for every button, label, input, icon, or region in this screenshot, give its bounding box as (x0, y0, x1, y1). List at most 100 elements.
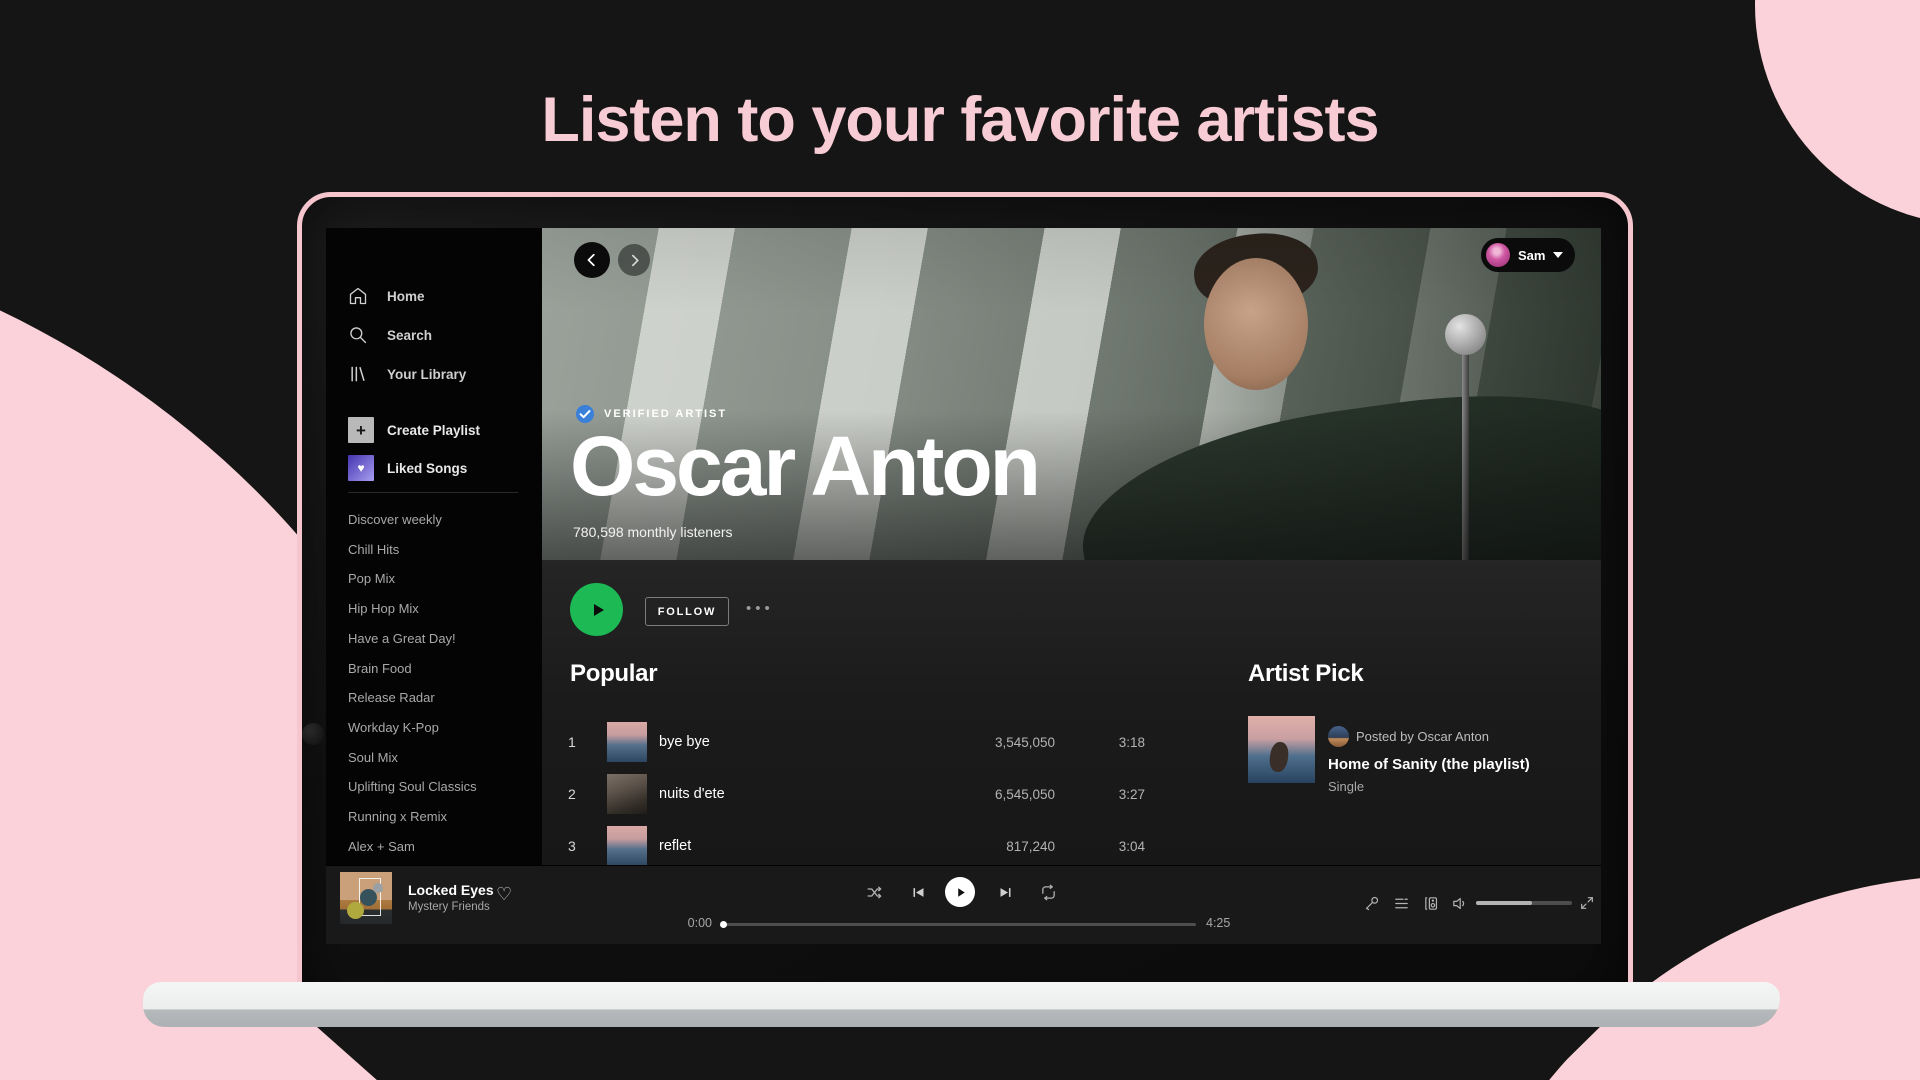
progress-bar[interactable] (722, 923, 1196, 926)
playlist-item[interactable]: Pop Mix (348, 564, 477, 594)
elapsed-time: 0:00 (682, 916, 712, 930)
track-title: bye bye (659, 734, 935, 750)
follow-button[interactable]: FOLLOW (645, 597, 729, 626)
track-index: 3 (560, 838, 590, 854)
popular-heading: Popular (570, 660, 657, 688)
play-icon (587, 600, 607, 620)
user-name: Sam (1518, 248, 1545, 263)
liked-songs-button[interactable]: ♥ Liked Songs (348, 454, 467, 482)
library-icon (348, 364, 368, 384)
track-row[interactable]: 3 reflet 817,240 3:04 (560, 820, 1145, 872)
playlist-item[interactable]: Release Radar (348, 683, 477, 713)
app-window: Home Search Your Library + Create P (326, 228, 1601, 944)
artist-name: Oscar Anton (570, 422, 1038, 510)
create-playlist-label: Create Playlist (387, 423, 480, 438)
sidebar-item-search[interactable]: Search (348, 321, 432, 349)
search-icon (348, 325, 368, 345)
sidebar-item-label: Search (387, 328, 432, 343)
like-track-icon[interactable]: ♡ (496, 884, 512, 905)
shuffle-icon[interactable] (865, 883, 883, 901)
playlist-item[interactable]: Alex + Sam (348, 832, 477, 862)
playlist-item[interactable]: Hip Hop Mix (348, 594, 477, 624)
sidebar-item-label: Home (387, 289, 425, 304)
now-playing-meta: Locked Eyes Mystery Friends (408, 882, 494, 913)
chevron-down-icon (1553, 252, 1563, 258)
now-playing-title: Locked Eyes (408, 882, 494, 898)
plus-icon: + (348, 417, 374, 443)
sidebar-item-home[interactable]: Home (348, 282, 425, 310)
bezel-dot (302, 723, 324, 745)
page-title: Listen to your favorite artists (0, 84, 1920, 156)
progress-handle[interactable] (720, 921, 727, 928)
track-title: nuits d'ete (659, 786, 935, 802)
lyrics-mic-icon[interactable] (1362, 894, 1380, 912)
track-index: 2 (560, 786, 590, 802)
playlist-item[interactable]: Have a Great Day! (348, 624, 477, 654)
volume-fill (1476, 901, 1532, 905)
artist-header: Sam VERIFIED ARTIST Oscar Anton 780,598 … (542, 228, 1601, 560)
track-duration: 3:18 (1055, 735, 1145, 750)
sidebar-item-library[interactable]: Your Library (348, 360, 466, 388)
liked-songs-label: Liked Songs (387, 461, 467, 476)
artist-content: FOLLOW ••• Popular 1 bye bye 3,545,050 3… (542, 560, 1601, 866)
previous-track-icon[interactable] (909, 883, 927, 901)
volume-slider[interactable] (1476, 901, 1572, 905)
play-pause-button[interactable] (945, 877, 975, 907)
artist-pick-subtitle: Single (1328, 779, 1364, 794)
track-plays: 3,545,050 (935, 735, 1055, 750)
track-row[interactable]: 2 nuits d'ete 6,545,050 3:27 (560, 768, 1145, 820)
play-artist-button[interactable] (570, 583, 623, 636)
more-options-icon[interactable]: ••• (746, 600, 774, 617)
track-plays: 817,240 (935, 839, 1055, 854)
track-list: 1 bye bye 3,545,050 3:18 2 nuits d'ete 6… (560, 716, 1145, 872)
laptop-frame: Home Search Your Library + Create P (297, 192, 1633, 1020)
track-duration: 3:27 (1055, 787, 1145, 802)
fullscreen-icon[interactable] (1578, 894, 1596, 912)
track-row[interactable]: 1 bye bye 3,545,050 3:18 (560, 716, 1145, 768)
repeat-icon[interactable] (1039, 883, 1057, 901)
artist-pick-thumbnail (1248, 716, 1315, 783)
forward-button[interactable] (618, 244, 650, 276)
now-playing-artist: Mystery Friends (408, 901, 494, 913)
monthly-listeners: 780,598 monthly listeners (573, 524, 733, 540)
artist-pick-heading: Artist Pick (1248, 660, 1363, 688)
laptop-shadow (250, 1019, 1670, 1080)
queue-icon[interactable] (1392, 894, 1410, 912)
heart-icon: ♥ (348, 455, 374, 481)
volume-icon[interactable] (1450, 894, 1468, 912)
sidebar: Home Search Your Library + Create P (326, 228, 542, 866)
playlist-item[interactable]: Uplifting Soul Classics (348, 772, 477, 802)
playlist-item[interactable]: Discover weekly (348, 505, 477, 535)
playlist-list: Discover weekly Chill Hits Pop Mix Hip H… (348, 505, 477, 861)
sidebar-item-label: Your Library (387, 367, 466, 382)
track-title: reflet (659, 838, 935, 854)
album-art-circle (347, 902, 364, 919)
chevron-right-icon (628, 254, 641, 267)
connect-device-icon[interactable] (1422, 894, 1440, 912)
track-thumbnail (607, 774, 647, 814)
track-plays: 6,545,050 (935, 787, 1055, 802)
artist-pick-title: Home of Sanity (the playlist) (1328, 756, 1530, 773)
playlist-item[interactable]: Running x Remix (348, 802, 477, 832)
now-playing-art (340, 872, 392, 924)
artist-pick-avatar (1328, 726, 1349, 747)
create-playlist-button[interactable]: + Create Playlist (348, 416, 480, 444)
album-art-circle (373, 883, 383, 893)
artist-pick-figure (1268, 741, 1290, 773)
total-duration: 4:25 (1206, 916, 1230, 930)
player-bar: Locked Eyes Mystery Friends ♡ (326, 866, 1601, 944)
home-icon (348, 286, 368, 306)
sidebar-divider (348, 492, 518, 493)
back-button[interactable] (574, 242, 610, 278)
user-menu[interactable]: Sam (1481, 238, 1575, 272)
next-track-icon[interactable] (996, 883, 1014, 901)
playlist-item[interactable]: Chill Hits (348, 535, 477, 565)
track-index: 1 (560, 734, 590, 750)
playlist-item[interactable]: Brain Food (348, 654, 477, 684)
track-thumbnail (607, 722, 647, 762)
marketing-canvas: Listen to your favorite artists Home Sea… (0, 0, 1920, 1080)
playlist-item[interactable]: Workday K-Pop (348, 713, 477, 743)
playlist-item[interactable]: Soul Mix (348, 743, 477, 773)
chevron-left-icon (585, 253, 599, 267)
artist-pick-card[interactable]: Posted by Oscar Anton Home of Sanity (th… (1248, 716, 1578, 806)
